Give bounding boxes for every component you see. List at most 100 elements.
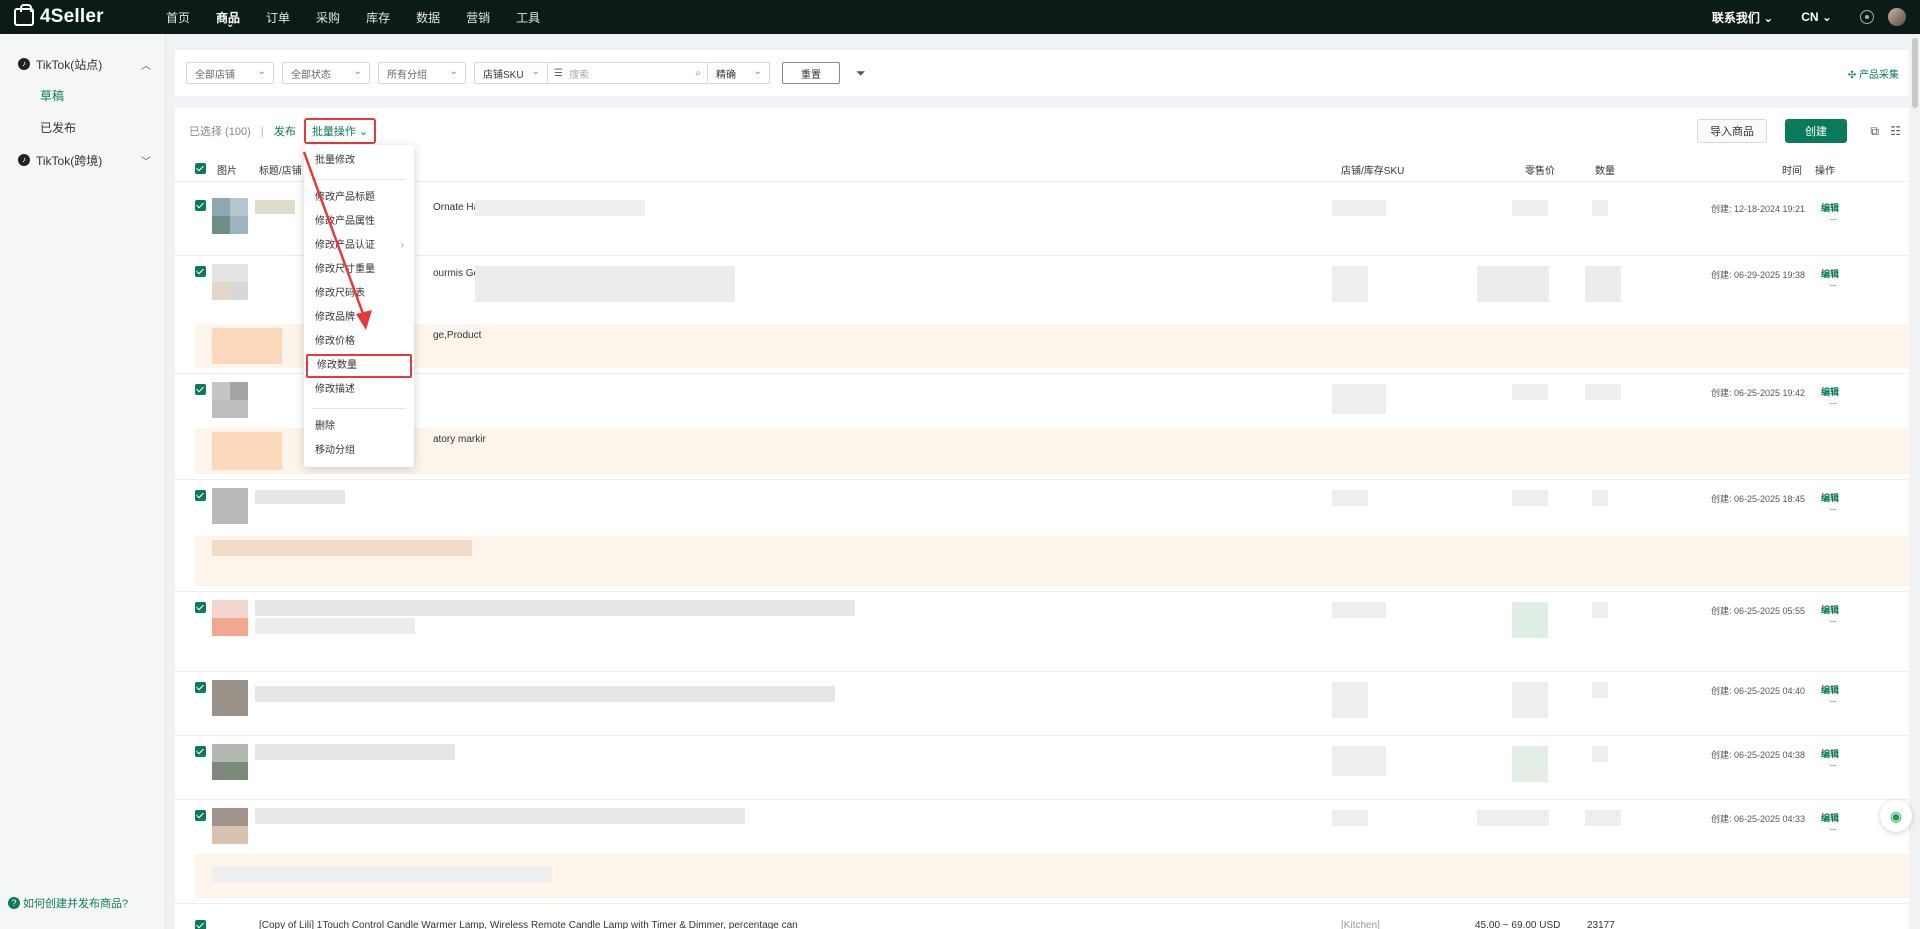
sidebar-item-published[interactable]: 已发布 <box>0 112 165 144</box>
nav-data[interactable]: 数据 <box>416 9 440 26</box>
table-row: 创建: 06-25-2025 18:45 编辑 ... <box>175 480 1909 592</box>
menu-item-edit-brand[interactable]: 修改品牌 <box>304 306 414 330</box>
product-thumbnail <box>212 744 248 780</box>
menu-item-edit-size-chart[interactable]: 修改尺码表 <box>304 282 414 306</box>
quantity: 23177 <box>1587 920 1615 929</box>
menu-item-edit-certification[interactable]: 修改产品认证 › <box>304 234 414 258</box>
search-input[interactable]: ☰ 搜索 ⌕ <box>548 62 708 84</box>
sku-type-value: 店铺SKU <box>483 69 524 81</box>
menu-item-edit-attributes[interactable]: 修改产品属性 <box>304 210 414 234</box>
table-header: 图片 标题/店铺 店铺/库存SKU 零售价 数量 时间 操作 <box>175 154 1909 182</box>
nav-purchase[interactable]: 采购 <box>316 9 340 26</box>
created-time: 创建: 06-25-2025 19:42 <box>1710 388 1805 398</box>
match-mode-select[interactable]: 精确 ⌄ <box>708 62 770 84</box>
chevron-up-icon: ︿ <box>141 60 151 72</box>
publish-button[interactable]: 发布 <box>274 123 296 139</box>
chevron-down-icon: ⌄ <box>753 66 762 77</box>
more-actions[interactable]: ... <box>1829 396 1837 406</box>
row-checkbox[interactable] <box>195 200 206 211</box>
sidebar-group-tiktok-site[interactable]: ♪ TikTok(站点) ︿ <box>0 48 165 80</box>
group-filter-value: 所有分组 <box>387 69 427 81</box>
menu-item-delete[interactable]: 删除 <box>304 415 414 439</box>
menu-item-edit-quantity[interactable]: 修改数量 <box>306 354 412 378</box>
product-thumbnail <box>212 808 248 844</box>
more-actions[interactable]: ... <box>1829 758 1837 768</box>
sidebar-item-draft[interactable]: 草稿 <box>0 80 165 112</box>
create-button[interactable]: 创建 <box>1785 119 1847 143</box>
filter-bar: 全部店铺 ⌄ 全部状态 ⌄ 所有分组 ⌄ 店铺SKU ⌄ ☰ 搜索 ⌕ 精确 ⌄… <box>175 50 1909 96</box>
store-sku: [Kitchen] <box>1341 920 1380 929</box>
menu-item-edit-price[interactable]: 修改价格 <box>304 330 414 354</box>
contact-us-menu[interactable]: 联系我们 ⌄ <box>1712 9 1773 26</box>
avatar[interactable] <box>1888 8 1906 26</box>
row-checkbox[interactable] <box>195 746 206 757</box>
more-actions[interactable]: ... <box>1829 502 1837 512</box>
row-checkbox[interactable] <box>195 920 206 929</box>
search-icon[interactable]: ⌕ <box>695 68 701 79</box>
menu-item-move-group[interactable]: 移动分组 <box>304 439 414 463</box>
column-settings-icon[interactable]: ☷ <box>1890 124 1901 138</box>
nav-home[interactable]: 首页 <box>166 9 190 26</box>
help-link[interactable]: ? 如何创建并发布商品? <box>8 895 128 911</box>
select-all-checkbox[interactable] <box>195 163 206 174</box>
menu-divider <box>312 179 406 180</box>
row-checkbox[interactable] <box>195 682 206 693</box>
brand-name: 4Seller <box>40 6 104 27</box>
chat-support-icon[interactable]: ◉ <box>1880 800 1912 832</box>
row-checkbox[interactable] <box>195 384 206 395</box>
header-qty: 数量 <box>1595 166 1615 177</box>
menu-item-batch-edit[interactable]: 批量修改 <box>304 149 414 173</box>
nav-tools[interactable]: 工具 <box>516 9 540 26</box>
created-time: 创建: 06-25-2025 04:40 <box>1710 686 1805 696</box>
batch-operations-button[interactable]: 批量操作 ⌄ <box>303 118 377 144</box>
nav-products[interactable]: 商品 <box>216 9 240 30</box>
menu-item-edit-description[interactable]: 修改描述 <box>304 378 414 402</box>
brand-logo[interactable]: 4Seller <box>14 4 154 28</box>
header-time: 时间 <box>1782 166 1802 177</box>
group-filter-select[interactable]: 所有分组 ⌄ <box>378 62 466 84</box>
row-checkbox[interactable] <box>195 490 206 501</box>
row-checkbox[interactable] <box>195 266 206 277</box>
filter-icon[interactable]: ⏷ <box>856 66 866 81</box>
created-time: 创建: 06-29-2025 19:38 <box>1710 270 1805 280</box>
more-actions[interactable]: ... <box>1829 278 1837 288</box>
table-row: 创建: 06-25-2025 04:38 编辑 ... <box>175 736 1909 800</box>
import-products-button[interactable]: 导入商品 <box>1697 119 1767 143</box>
created-time: 创建: 12-18-2024 19:21 <box>1710 204 1805 214</box>
tiktok-icon: ♪ <box>18 154 30 166</box>
reset-button[interactable]: 重置 <box>782 62 840 84</box>
more-actions[interactable]: ... <box>1829 694 1837 704</box>
nav-orders[interactable]: 订单 <box>266 9 290 26</box>
product-collect-link[interactable]: ✣ 产品采集 <box>1848 66 1899 81</box>
batch-operations-menu: 批量修改 修改产品标题 修改产品属性 修改产品认证 › 修改尺寸重量 修改尺码表 … <box>304 145 414 467</box>
menu-item-edit-title[interactable]: 修改产品标题 <box>304 186 414 210</box>
row-checkbox[interactable] <box>195 810 206 821</box>
more-actions[interactable]: ... <box>1829 212 1837 222</box>
product-thumbnail <box>212 198 248 234</box>
variant-title-fragment: atory markir <box>433 434 486 445</box>
toolbar-separator: | <box>260 124 264 138</box>
sidebar-group-label: TikTok(跨境) <box>36 153 103 168</box>
row-checkbox[interactable] <box>195 602 206 613</box>
header-price: 零售价 <box>1525 166 1555 177</box>
chevron-down-icon: ⌄ <box>353 66 362 77</box>
sidebar-group-tiktok-crossborder[interactable]: ♪ TikTok(跨境) ﹀ <box>0 144 165 176</box>
nav-right: 联系我们 ⌄ CN ⌄ <box>1712 8 1906 26</box>
settings-icon[interactable] <box>1860 10 1874 24</box>
sku-type-select[interactable]: 店铺SKU ⌄ <box>474 62 548 84</box>
store-filter-select[interactable]: 全部店铺 ⌄ <box>186 62 274 84</box>
table-row: Ornate Hal 创建: 12-18-2024 19:21 编辑 ... <box>175 190 1909 256</box>
more-actions[interactable]: ... <box>1829 614 1837 624</box>
nav-inventory[interactable]: 库存 <box>366 9 390 26</box>
list-toolbar: 已选择 (100) | 发布 批量操作 ⌄ 导入商品 创建 ⧉ ☷ <box>175 108 1909 154</box>
menu-item-edit-size-weight[interactable]: 修改尺寸重量 <box>304 258 414 282</box>
tiktok-icon: ♪ <box>18 58 30 70</box>
product-thumbnail <box>212 382 248 418</box>
status-filter-select[interactable]: 全部状态 ⌄ <box>282 62 370 84</box>
language-selector[interactable]: CN ⌄ <box>1801 10 1832 24</box>
product-thumbnail <box>212 488 248 524</box>
more-actions[interactable]: ... <box>1829 822 1837 832</box>
nav-marketing[interactable]: 营销 <box>466 9 490 26</box>
page-scrollbar[interactable] <box>1912 38 1918 108</box>
export-icon[interactable]: ⧉ <box>1870 124 1879 139</box>
